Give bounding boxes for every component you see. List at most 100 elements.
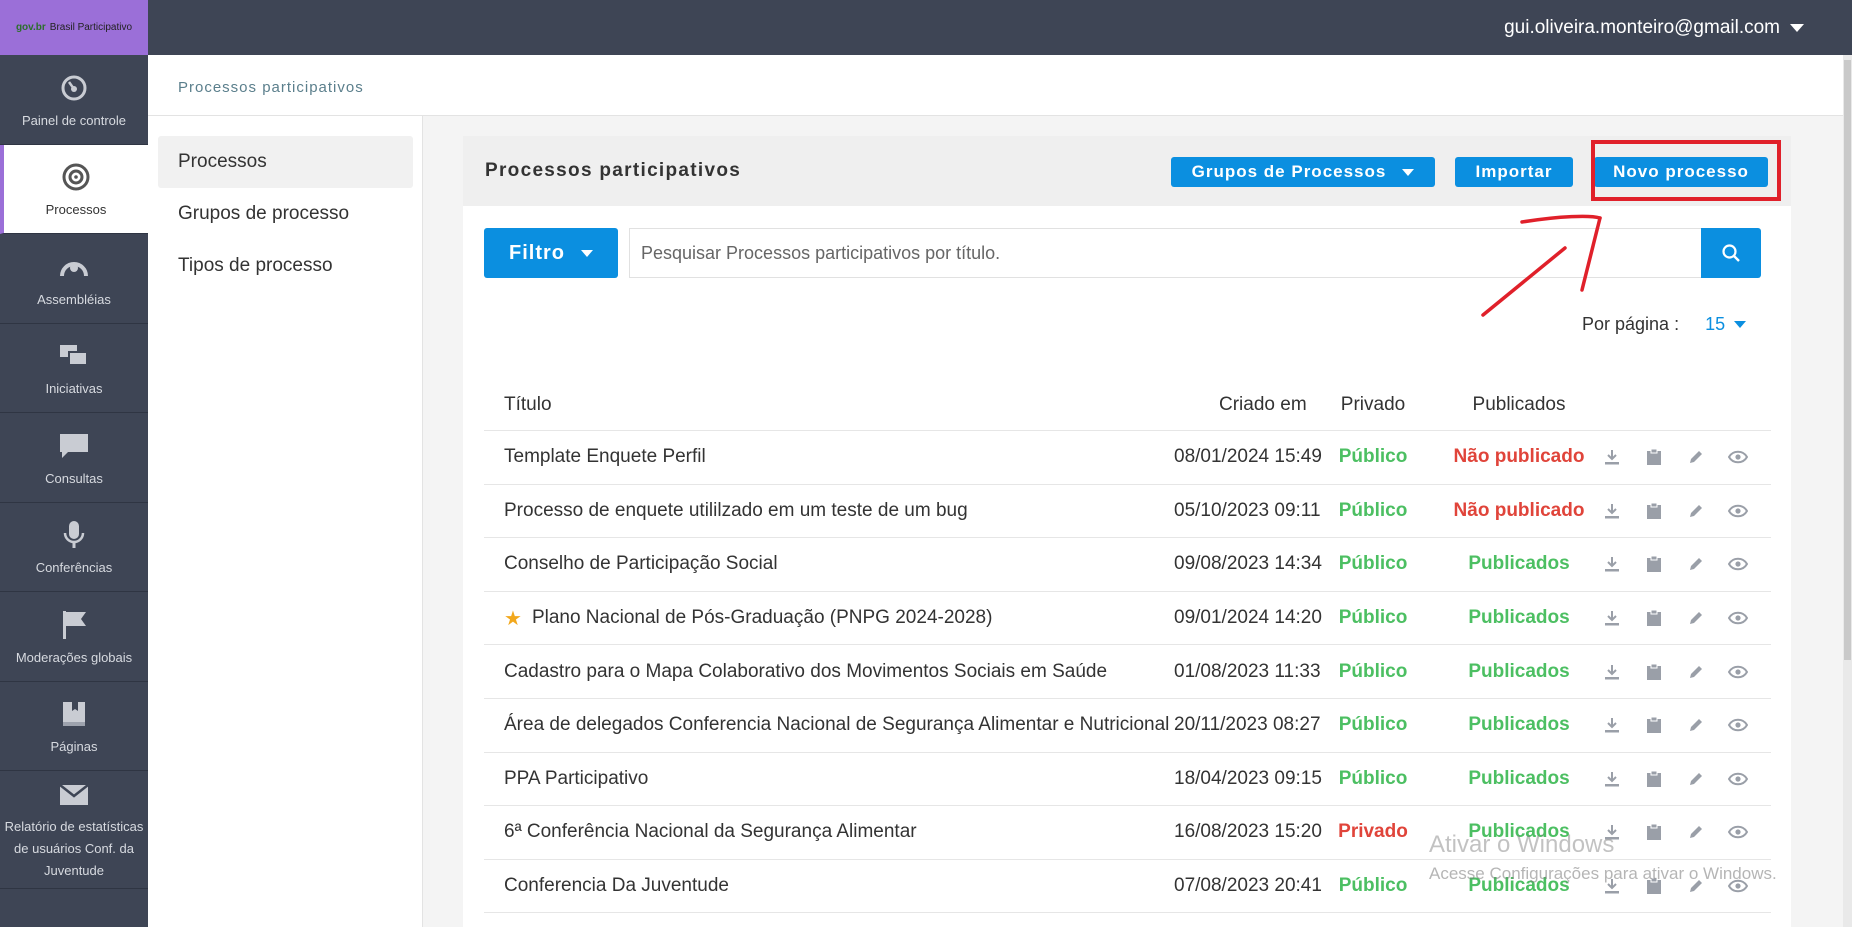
row-title-text: Cadastro para o Mapa Colaborativo dos Mo…: [504, 660, 1108, 682]
clipboard-icon[interactable]: [1643, 821, 1665, 843]
row-title[interactable]: Cadastro para o Mapa Colaborativo dos Mo…: [504, 661, 1107, 683]
process-groups-button[interactable]: Grupos de Processos: [1171, 157, 1435, 187]
eye-icon[interactable]: [1727, 714, 1749, 736]
clipboard-icon[interactable]: [1643, 607, 1665, 629]
subnav-item-processos[interactable]: Processos: [158, 136, 413, 188]
header-created[interactable]: Criado em: [1219, 394, 1307, 416]
sidebar-item-label: Painel de controle: [21, 112, 127, 128]
row-title[interactable]: Conferencia Da Juventude: [504, 875, 729, 897]
eye-icon[interactable]: [1727, 446, 1749, 468]
sidebar-item-label: Relatório de estatísticas de usuários Co…: [4, 818, 144, 878]
table-row: Processo de enquete utililzado em um tes…: [484, 485, 1771, 539]
row-title[interactable]: ★ Plano Nacional de Pós-Graduação (PNPG 2…: [504, 606, 992, 631]
sidebar-item-consultas[interactable]: Consultas: [0, 413, 148, 503]
top-bar: gov.br Brasil Participativo gui.oliveira…: [0, 0, 1852, 55]
row-title[interactable]: PPA Participativo: [504, 768, 648, 790]
sidebar-item-paginas[interactable]: Páginas: [0, 682, 148, 771]
eye-icon[interactable]: [1727, 553, 1749, 575]
clipboard-icon[interactable]: [1643, 768, 1665, 790]
edit-icon[interactable]: [1685, 607, 1707, 629]
eye-icon[interactable]: [1727, 607, 1749, 629]
table-row: Área de delegados Conferencia Nacional d…: [484, 699, 1771, 753]
row-published: Não publicado: [1453, 446, 1585, 468]
row-title[interactable]: Área de delegados Conferencia Nacional d…: [504, 714, 1169, 736]
sidebar-item-assembleias[interactable]: Assembléias: [0, 234, 148, 324]
row-created: 05/10/2023 09:11: [1174, 499, 1321, 521]
row-published: Publicados: [1468, 553, 1570, 575]
sidebar-item-moderacoes[interactable]: Moderações globais: [0, 592, 148, 682]
row-private: Público: [1338, 714, 1408, 736]
breadcrumb: Processos participativos: [148, 55, 1843, 116]
scrollbar[interactable]: [1843, 55, 1852, 927]
search-input[interactable]: [629, 228, 1701, 278]
secondary-nav: Processos Grupos de processo Tipos de pr…: [148, 116, 423, 927]
edit-icon[interactable]: [1685, 821, 1707, 843]
eye-icon[interactable]: [1727, 661, 1749, 683]
row-title-text: Template Enquete Perfil: [504, 446, 706, 468]
user-menu[interactable]: gui.oliveira.monteiro@gmail.com: [1504, 0, 1804, 55]
sidebar-item-label: Processos: [45, 202, 107, 218]
sidebar-item-painel[interactable]: Painel de controle: [0, 55, 148, 145]
clipboard-icon[interactable]: [1643, 500, 1665, 522]
subnav-item-grupos[interactable]: Grupos de processo: [158, 188, 413, 240]
table-header: Título Criado em Privado Publicados: [484, 379, 1771, 431]
eye-icon[interactable]: [1727, 768, 1749, 790]
target-icon: [59, 160, 93, 194]
row-actions: [1601, 768, 1749, 790]
download-icon[interactable]: [1601, 607, 1623, 629]
download-icon[interactable]: [1601, 553, 1623, 575]
row-private: Público: [1338, 607, 1408, 629]
sidebar-item-iniciativas[interactable]: Iniciativas: [0, 324, 148, 413]
edit-icon[interactable]: [1685, 661, 1707, 683]
edit-icon[interactable]: [1685, 768, 1707, 790]
breadcrumb-label[interactable]: Processos participativos: [178, 79, 364, 96]
download-icon[interactable]: [1601, 768, 1623, 790]
chevron-down-icon: [581, 249, 593, 257]
per-page-dropdown[interactable]: 15: [1705, 314, 1747, 335]
watermark-subtitle: Acesse Configurações para ativar o Windo…: [1429, 864, 1777, 883]
filter-label: Filtro: [509, 241, 565, 264]
clipboard-icon[interactable]: [1643, 446, 1665, 468]
download-icon[interactable]: [1601, 714, 1623, 736]
logo-mark: gov.br: [15, 22, 46, 33]
import-button[interactable]: Importar: [1455, 157, 1573, 187]
eye-icon[interactable]: [1727, 821, 1749, 843]
page-title: Processos participativos: [485, 160, 742, 181]
subnav-item-tipos[interactable]: Tipos de processo: [158, 240, 413, 292]
download-icon[interactable]: [1601, 446, 1623, 468]
clipboard-icon[interactable]: [1643, 714, 1665, 736]
edit-icon[interactable]: [1685, 714, 1707, 736]
row-actions: [1601, 553, 1749, 575]
header-title[interactable]: Título: [504, 394, 552, 416]
row-private: Público: [1338, 446, 1408, 468]
sidebar-item-conferencias[interactable]: Conferências: [0, 503, 148, 592]
download-icon[interactable]: [1601, 500, 1623, 522]
scrollbar-thumb[interactable]: [1844, 60, 1851, 660]
row-title[interactable]: Template Enquete Perfil: [504, 446, 706, 468]
star-icon: ★: [504, 607, 522, 630]
sidebar-item-processos[interactable]: Processos: [0, 144, 148, 234]
row-title[interactable]: 6ª Conferência Nacional da Segurança Ali…: [504, 821, 917, 843]
sidebar-item-relatorio[interactable]: Relatório de estatísticas de usuários Co…: [0, 771, 148, 889]
eye-icon[interactable]: [1727, 500, 1749, 522]
row-private: Privado: [1338, 821, 1408, 843]
row-title[interactable]: Conselho de Participação Social: [504, 553, 778, 575]
edit-icon[interactable]: [1685, 553, 1707, 575]
chevron-down-icon: [1734, 321, 1747, 328]
clipboard-icon[interactable]: [1643, 661, 1665, 683]
header-published[interactable]: Publicados: [1444, 394, 1594, 416]
annotation-highlight-box: [1591, 140, 1781, 201]
logo[interactable]: gov.br Brasil Participativo: [0, 0, 148, 55]
row-title-text: Conselho de Participação Social: [504, 553, 778, 575]
search-button[interactable]: [1701, 228, 1761, 278]
download-icon[interactable]: [1601, 661, 1623, 683]
filter-button[interactable]: Filtro: [484, 228, 618, 278]
speech-bubble-icon: [57, 429, 91, 463]
row-published: Publicados: [1468, 660, 1570, 682]
clipboard-icon[interactable]: [1643, 553, 1665, 575]
edit-icon[interactable]: [1685, 446, 1707, 468]
edit-icon[interactable]: [1685, 500, 1707, 522]
row-title[interactable]: Processo de enquete utililzado em um tes…: [504, 500, 968, 522]
row-created: 08/01/2024 15:49: [1174, 446, 1322, 468]
header-private[interactable]: Privado: [1323, 394, 1423, 416]
